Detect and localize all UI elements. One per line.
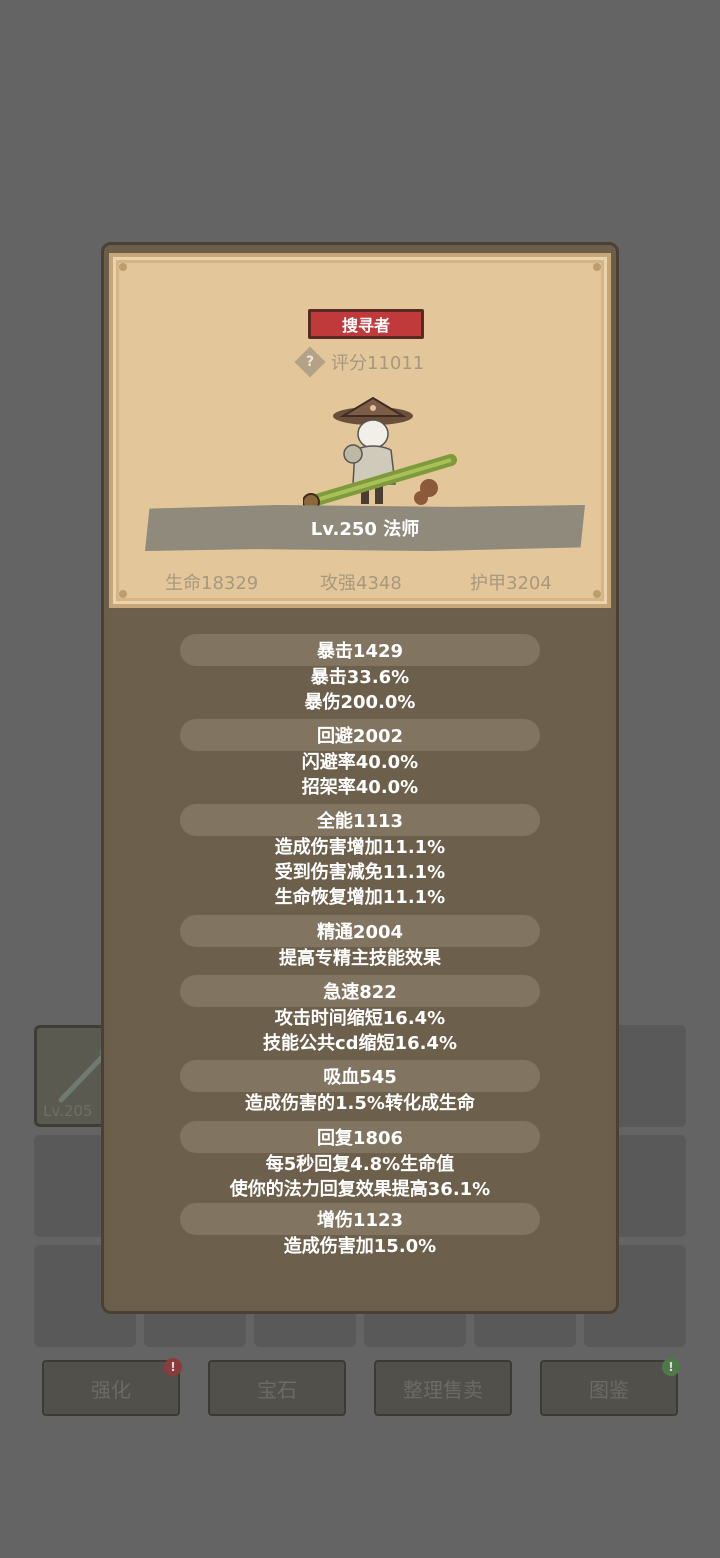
score-row: ? 评分11011 xyxy=(294,346,425,378)
stat-header-lifesteal: 吸血545 xyxy=(180,1060,540,1092)
codex-button[interactable]: 图鉴 ! xyxy=(540,1358,680,1416)
alert-badge-icon: ! xyxy=(164,1358,182,1376)
enhance-button-label: 强化 xyxy=(91,1377,131,1402)
help-icon[interactable]: ? xyxy=(294,346,326,378)
stat-line: 攻击时间缩短16.4% xyxy=(274,1008,446,1029)
stat-header-haste: 急速822 xyxy=(180,975,540,1007)
stat-line: 造成伤害的1.5%转化成生命 xyxy=(245,1093,475,1114)
corner-rivet xyxy=(119,590,127,598)
hp-stat: 生命18329 xyxy=(165,573,259,594)
alert-badge-icon: ! xyxy=(662,1358,680,1376)
stat-line: 使你的法力回复效果提高36.1% xyxy=(229,1179,491,1200)
stat-header-avoidance: 回避2002 xyxy=(180,719,540,751)
hero-character-image xyxy=(303,396,457,511)
stat-line: 每5秒回复4.8%生命值 xyxy=(265,1154,455,1175)
stat-line: 暴伤200.0% xyxy=(304,692,416,713)
stat-line: 闪避率40.0% xyxy=(301,752,419,773)
sort-sell-button[interactable]: 整理售卖 xyxy=(374,1360,512,1416)
stat-line: 受到伤害减免11.1% xyxy=(274,862,446,883)
stat-header-mastery: 精通2004 xyxy=(180,915,540,947)
armor-stat: 护甲3204 xyxy=(470,573,552,594)
stat-line: 提高专精主技能效果 xyxy=(279,948,441,969)
stat-header-versatility: 全能1113 xyxy=(180,804,540,836)
character-card: 搜寻者 ? 评分11011 Lv.250 法师 生命18329 攻强4348 护… xyxy=(109,253,611,608)
class-tag-badge: 搜寻者 xyxy=(308,309,424,339)
slot-level-label: Lv.205 xyxy=(43,1102,93,1120)
level-class-banner: Lv.250 法师 xyxy=(145,505,585,551)
corner-rivet xyxy=(593,590,601,598)
character-stats-popup[interactable]: 搜寻者 ? 评分11011 Lv.250 法师 生命18329 攻强4348 护… xyxy=(101,242,619,1314)
gem-button[interactable]: 宝石 xyxy=(208,1360,346,1416)
stat-header-damage-bonus: 增伤1123 xyxy=(180,1203,540,1235)
corner-rivet xyxy=(593,263,601,271)
stat-header-crit: 暴击1429 xyxy=(180,634,540,666)
stat-line: 暴击33.6% xyxy=(310,667,410,688)
score-text: 评分11011 xyxy=(331,353,425,374)
stat-line: 生命恢复增加11.1% xyxy=(274,887,446,908)
stat-line: 造成伤害加15.0% xyxy=(283,1236,437,1257)
enhance-button[interactable]: 强化 ! xyxy=(42,1358,182,1416)
attack-stat: 攻强4348 xyxy=(320,573,402,594)
stat-line: 招架率40.0% xyxy=(301,777,419,798)
sort-sell-button-label: 整理售卖 xyxy=(403,1377,483,1402)
stat-line: 技能公共cd缩短16.4% xyxy=(262,1033,457,1054)
corner-rivet xyxy=(119,263,127,271)
stat-header-regen: 回复1806 xyxy=(180,1121,540,1153)
codex-button-label: 图鉴 xyxy=(589,1377,629,1402)
stat-line: 造成伤害增加11.1% xyxy=(274,837,446,858)
gem-button-label: 宝石 xyxy=(257,1377,297,1402)
